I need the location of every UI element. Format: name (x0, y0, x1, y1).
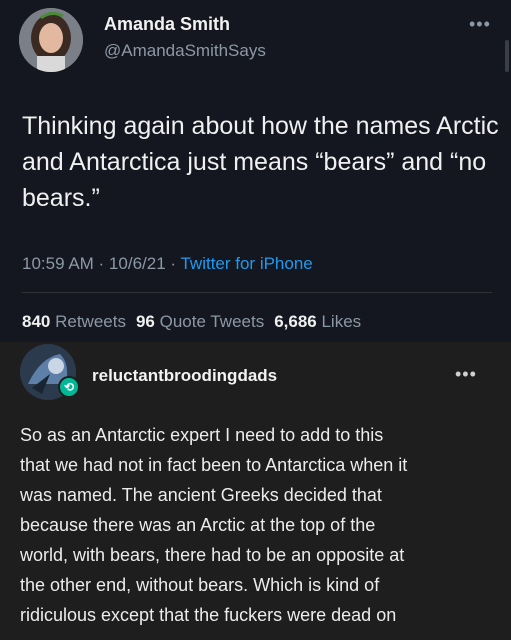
tweet-stats: 840 Retweets 96 Quote Tweets 6,686 Likes (22, 312, 361, 332)
reblog-icon: ⟲ (58, 376, 80, 398)
author-handle[interactable]: @AmandaSmithSays (104, 41, 266, 61)
author-name[interactable]: Amanda Smith (104, 14, 230, 35)
tumblr-post: ⟲ reluctantbroodingdads ••• So as an Ant… (0, 342, 511, 640)
tweet-text: Thinking again about how the names Arcti… (22, 112, 499, 212)
quote-tweets-stat[interactable]: 96 Quote Tweets (136, 312, 264, 331)
post-text-line: that we had not in fact been to Antarcti… (20, 455, 408, 475)
tweet-timestamp: 10:59 AM · 10/6/21 · Twitter for iPhone (22, 254, 313, 274)
likes-stat[interactable]: 6,686 Likes (274, 312, 361, 331)
tweet-source-link[interactable]: Twitter for iPhone (180, 254, 312, 273)
post-text-line: ridiculous except that the fuckers were … (20, 605, 397, 625)
avatar-photo (19, 8, 83, 72)
post-text: So as an Antarctic expert I need to add … (20, 420, 498, 630)
post-text-line: because there was an Arctic at the top o… (20, 515, 376, 535)
retweets-stat[interactable]: 840 Retweets (22, 312, 126, 331)
more-options-icon[interactable]: ••• (469, 14, 491, 35)
avatar[interactable] (19, 8, 83, 72)
post-text-line: world, with bears, there had to be an op… (20, 545, 405, 565)
scrollbar[interactable] (505, 40, 509, 72)
more-options-icon[interactable]: ••• (455, 364, 477, 385)
username[interactable]: reluctantbroodingdads (92, 366, 277, 386)
post-text-line: was named. The ancient Greeks decided th… (20, 485, 382, 505)
post-text-line: the other end, without bears. Which is k… (20, 575, 380, 595)
tweet-card: Amanda Smith @AmandaSmithSays ••• Thinki… (0, 0, 511, 342)
tweet-time: 10:59 AM · 10/6/21 · (22, 254, 181, 273)
divider (22, 292, 492, 293)
post-text-line: So as an Antarctic expert I need to add … (20, 425, 384, 445)
